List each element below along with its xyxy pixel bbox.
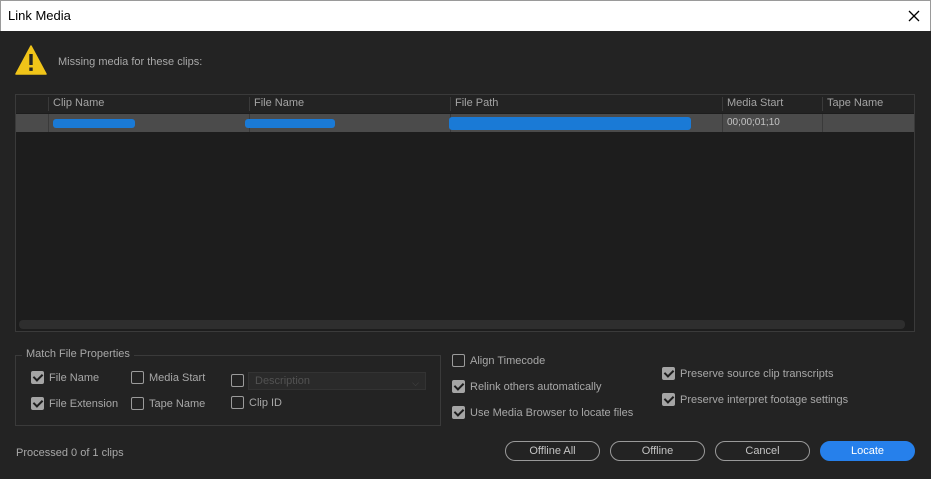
- checkbox-label: Align Timecode: [470, 354, 546, 367]
- checkbox-label: File Extension: [49, 397, 119, 410]
- offline-button[interactable]: Offline: [610, 441, 705, 461]
- relink-others-checkbox[interactable]: Relink others automatically: [452, 380, 601, 393]
- table-header: Clip Name File Name File Path Media Star…: [16, 95, 914, 113]
- group-legend: Match File Properties: [22, 348, 134, 360]
- locate-button[interactable]: Locate: [820, 441, 915, 461]
- checkbox-label: Use Media Browser to locate files: [470, 406, 634, 419]
- checkbox-label: File Name: [49, 371, 100, 384]
- checkbox-box: [452, 354, 465, 367]
- offline-all-button[interactable]: Offline All: [505, 441, 600, 461]
- cancel-button[interactable]: Cancel: [715, 441, 810, 461]
- checkbox-box: [231, 396, 244, 409]
- checkbox-box: [31, 371, 44, 384]
- chevron-down-icon: ⌵: [412, 378, 419, 388]
- window-title: Link Media: [8, 8, 71, 23]
- column-header-file-path[interactable]: File Path: [450, 97, 722, 111]
- checkbox-label: Preserve interpret footage settings: [680, 393, 849, 406]
- file-name-checkbox[interactable]: File Name: [31, 371, 99, 384]
- cell-media-start: 00;00;01;10: [722, 114, 822, 132]
- column-header-tape-name[interactable]: Tape Name: [822, 97, 914, 111]
- redaction-mark: [53, 119, 135, 128]
- checkbox-box: [452, 406, 465, 419]
- title-bar: Link Media: [0, 0, 931, 31]
- redaction-mark: [449, 117, 691, 130]
- redaction-mark: [245, 119, 335, 128]
- checkbox-label: Clip ID: [249, 396, 283, 409]
- description-select[interactable]: Description ⌵: [248, 372, 426, 390]
- preserve-interpret-checkbox[interactable]: Preserve interpret footage settings: [662, 393, 848, 406]
- row-checkbox-cell: [16, 114, 48, 132]
- checkbox-box: [452, 380, 465, 393]
- checkbox-label: Relink others automatically: [470, 380, 602, 393]
- preserve-transcripts-checkbox[interactable]: Preserve source clip transcripts: [662, 367, 833, 380]
- checkbox-box: [662, 393, 675, 406]
- description-checkbox[interactable]: [231, 374, 249, 387]
- warning-message: Missing media for these clips:: [58, 56, 203, 68]
- checkbox-box: [662, 367, 675, 380]
- close-button[interactable]: [898, 1, 930, 31]
- match-file-properties-group: Match File Properties: [15, 348, 441, 426]
- clip-id-checkbox[interactable]: Clip ID: [231, 396, 282, 409]
- checkbox-box: [231, 374, 244, 387]
- table-row[interactable]: 00;00;01;10: [16, 114, 914, 132]
- tape-name-checkbox[interactable]: Tape Name: [131, 397, 205, 410]
- description-select-value: Description: [255, 375, 311, 387]
- checkbox-label: Media Start: [149, 371, 206, 384]
- media-start-checkbox[interactable]: Media Start: [131, 371, 205, 384]
- checkbox-label: Tape Name: [149, 397, 206, 410]
- align-timecode-checkbox[interactable]: Align Timecode: [452, 354, 545, 367]
- column-header-clip-name[interactable]: Clip Name: [48, 97, 249, 111]
- checkbox-label: Preserve source clip transcripts: [680, 367, 834, 380]
- file-extension-checkbox[interactable]: File Extension: [31, 397, 118, 410]
- column-header-file-name[interactable]: File Name: [249, 97, 450, 111]
- checkbox-box: [131, 397, 144, 410]
- missing-media-table[interactable]: Clip Name File Name File Path Media Star…: [15, 94, 915, 332]
- warning-icon: [15, 45, 47, 75]
- close-icon: [908, 10, 920, 22]
- status-text: Processed 0 of 1 clips: [16, 447, 124, 459]
- checkbox-box: [31, 397, 44, 410]
- cell-tape-name: [822, 114, 914, 132]
- checkbox-box: [131, 371, 144, 384]
- horizontal-scrollbar[interactable]: [19, 320, 905, 329]
- column-header-media-start[interactable]: Media Start: [722, 97, 822, 111]
- use-media-browser-checkbox[interactable]: Use Media Browser to locate files: [452, 406, 633, 419]
